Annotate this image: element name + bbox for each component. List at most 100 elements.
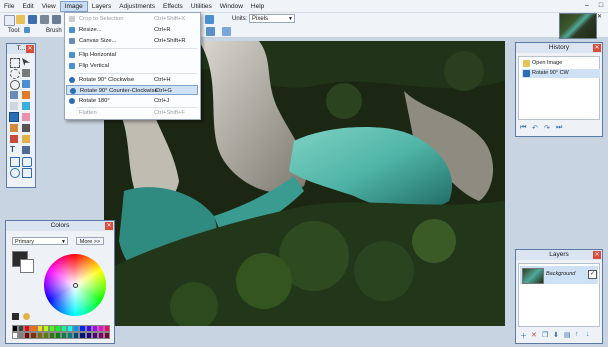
image-menu-dropdown: Crop to Selection Ctrl+Shift+X Resize...… [64, 12, 201, 120]
undo-icon[interactable]: ↶ [532, 124, 538, 132]
move-selection-icon[interactable] [22, 69, 30, 77]
menu-item-crop-to-selection[interactable]: Crop to Selection Ctrl+Shift+X [66, 14, 198, 24]
magic-wand-icon[interactable] [22, 80, 30, 88]
units-select[interactable]: Pixels ▼ [249, 14, 295, 23]
recolor-icon[interactable] [22, 124, 30, 132]
rotate-counter-clockwise-icon [70, 88, 76, 94]
more-button[interactable]: More >> [76, 237, 104, 245]
units-value: Pixels [252, 16, 269, 22]
history-item[interactable]: Rotate 90° CW [522, 69, 600, 78]
gradient-icon[interactable] [10, 102, 18, 110]
print-icon[interactable] [40, 15, 49, 24]
chevron-down-icon: ▼ [61, 239, 66, 245]
menu-utilities[interactable]: Utilities [187, 1, 216, 12]
menu-separator [77, 48, 197, 49]
paint-bucket-icon[interactable] [22, 91, 30, 99]
color-palette [12, 325, 110, 339]
menu-item-rotate-ccw[interactable]: Rotate 90° Counter-Clockwise Ctrl+G [66, 85, 198, 95]
rectangle-icon[interactable] [10, 157, 20, 167]
new-file-icon[interactable] [4, 15, 15, 26]
eraser-icon[interactable] [22, 113, 30, 121]
delete-layer-icon[interactable]: ✕ [531, 331, 537, 339]
menu-view[interactable]: View [38, 1, 60, 12]
open-image-icon [523, 60, 530, 67]
black-white-reset-icon[interactable] [12, 313, 19, 320]
menu-item-flip-vertical[interactable]: Flip Vertical [66, 61, 198, 71]
colors-panel: Colors ✕ Primary ▼ More >> [5, 220, 115, 344]
merge-layer-down-icon[interactable]: ⬇ [553, 331, 559, 339]
layer-row[interactable]: Background ✓ [520, 266, 598, 284]
menu-window[interactable]: Window [216, 1, 247, 12]
menu-image[interactable]: Image [59, 0, 88, 12]
menu-item-flip-horizontal[interactable]: Flip Horizontal [66, 50, 198, 60]
move-layer-up-icon[interactable]: ↑ [575, 331, 579, 338]
menu-file[interactable]: File [0, 1, 18, 12]
recolor-brush-icon[interactable] [22, 135, 30, 143]
rectangle-select-icon[interactable] [10, 58, 20, 68]
menu-edit[interactable]: Edit [18, 1, 37, 12]
move-icon[interactable] [22, 58, 30, 66]
layer-visibility-checkbox[interactable]: ✓ [588, 270, 597, 279]
redo-icon[interactable]: ↷ [544, 124, 550, 132]
add-layer-icon[interactable]: ＋ [520, 331, 527, 341]
save-icon[interactable] [28, 15, 37, 24]
zoom-icon[interactable] [222, 27, 231, 36]
close-icon[interactable]: ✕ [26, 45, 34, 53]
palette-icon[interactable] [23, 313, 30, 320]
pencil-icon[interactable] [9, 112, 19, 122]
menu-effects[interactable]: Effects [159, 1, 187, 12]
close-icon[interactable]: ✕ [105, 222, 113, 230]
layer-properties-icon[interactable]: ▤ [564, 331, 571, 339]
clone-stamp-icon[interactable] [10, 124, 18, 132]
ellipse-icon[interactable] [10, 168, 20, 178]
color-picker-icon[interactable] [10, 135, 18, 143]
palette-swatch[interactable] [103, 332, 110, 339]
close-icon[interactable]: ✕ [593, 251, 601, 259]
color-mode-value: Primary [15, 239, 34, 245]
grid-icon[interactable] [205, 15, 214, 24]
rounded-rectangle-icon[interactable] [22, 157, 32, 167]
layers-panel-title: Layers ✕ [516, 250, 602, 260]
paintbrush-icon[interactable] [22, 102, 30, 110]
lasso-select-icon[interactable] [10, 69, 20, 79]
menu-item-canvas-size[interactable]: Canvas Size... Ctrl+Shift+R [66, 36, 198, 46]
freeform-shape-icon[interactable] [22, 168, 32, 178]
menu-help[interactable]: Help [247, 1, 268, 12]
menu-item-rotate-180[interactable]: Rotate 180° Ctrl+J [66, 96, 198, 106]
rotate-180-icon [69, 98, 75, 104]
open-file-icon[interactable] [16, 15, 25, 24]
colors-panel-title: Colors ✕ [6, 221, 114, 231]
more-button-label: More >> [79, 239, 101, 245]
menu-item-flatten[interactable]: Flatten Ctrl+Shift+F [66, 108, 198, 118]
menu-item-resize[interactable]: Resize... Ctrl+R [66, 25, 198, 35]
ruler-icon[interactable] [206, 27, 215, 36]
palette-swatch[interactable] [103, 325, 110, 332]
maximize-icon[interactable]: □ [594, 0, 608, 12]
text-icon[interactable]: T [10, 146, 18, 154]
history-item-label: Open Image [532, 60, 563, 66]
minimize-icon[interactable]: – [580, 0, 594, 12]
layer-name: Background [546, 271, 576, 277]
layers-list: Background ✓ [518, 263, 600, 327]
color-mode-select[interactable]: Primary ▼ [12, 237, 68, 245]
history-item[interactable]: Open Image [522, 59, 600, 68]
image-thumbnail[interactable] [559, 13, 597, 39]
redo-all-icon[interactable]: ⏭ [556, 124, 562, 132]
menu-item-label: Flip Horizontal [79, 52, 117, 58]
menu-item-rotate-cw[interactable]: Rotate 90° Clockwise Ctrl+H [66, 75, 198, 85]
move-layer-down-icon[interactable]: ↓ [586, 331, 590, 338]
cut-icon[interactable] [52, 15, 61, 24]
current-tool-icon[interactable] [24, 27, 30, 33]
secondary-color-swatch[interactable] [20, 259, 34, 273]
duplicate-layer-icon[interactable]: ❐ [542, 331, 548, 339]
zoom-icon[interactable] [10, 80, 20, 90]
close-icon[interactable]: ✕ [593, 44, 601, 52]
color-wheel[interactable] [44, 254, 106, 316]
pan-icon[interactable] [10, 91, 18, 99]
menu-item-label: Resize... [79, 27, 102, 33]
menu-adjustments[interactable]: Adjustments [115, 1, 159, 12]
undo-all-icon[interactable]: ⏮ [520, 124, 526, 132]
menu-layers[interactable]: Layers [88, 1, 116, 12]
close-image-icon[interactable]: ✕ [597, 13, 602, 20]
line-icon[interactable] [22, 146, 30, 154]
